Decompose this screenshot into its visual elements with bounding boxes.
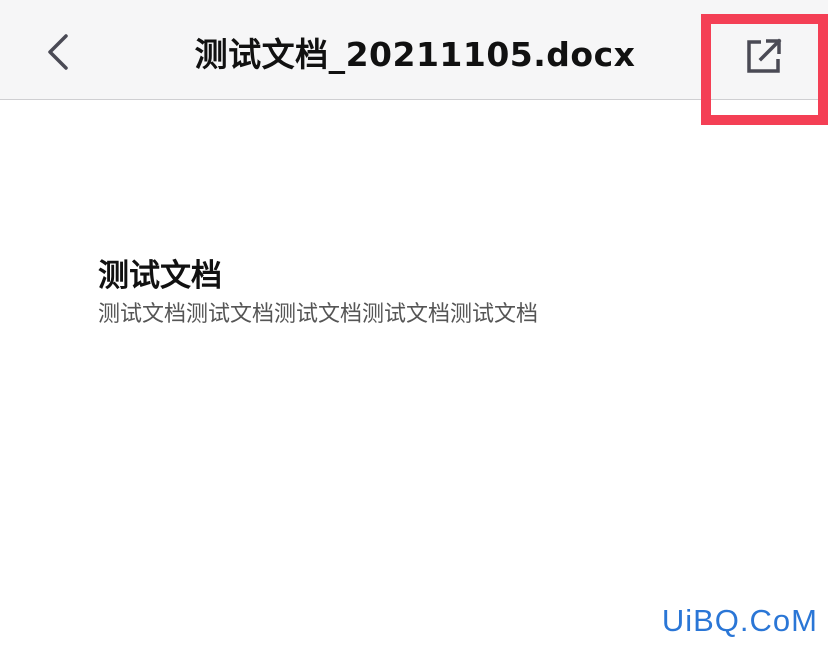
document-paragraph: 测试文档测试文档测试文档测试文档测试文档: [98, 302, 539, 327]
document-content: 测试文档 测试文档测试文档测试文档测试文档测试文档: [98, 254, 738, 332]
highlight-annotation-box: [701, 14, 828, 125]
back-button[interactable]: [30, 24, 86, 80]
document-heading: 测试文档: [98, 258, 222, 294]
chevron-left-icon: [48, 34, 68, 70]
watermark-text: UiBQ.CoM: [661, 603, 818, 638]
document-title: 测试文档_20211105.docx: [194, 35, 636, 74]
